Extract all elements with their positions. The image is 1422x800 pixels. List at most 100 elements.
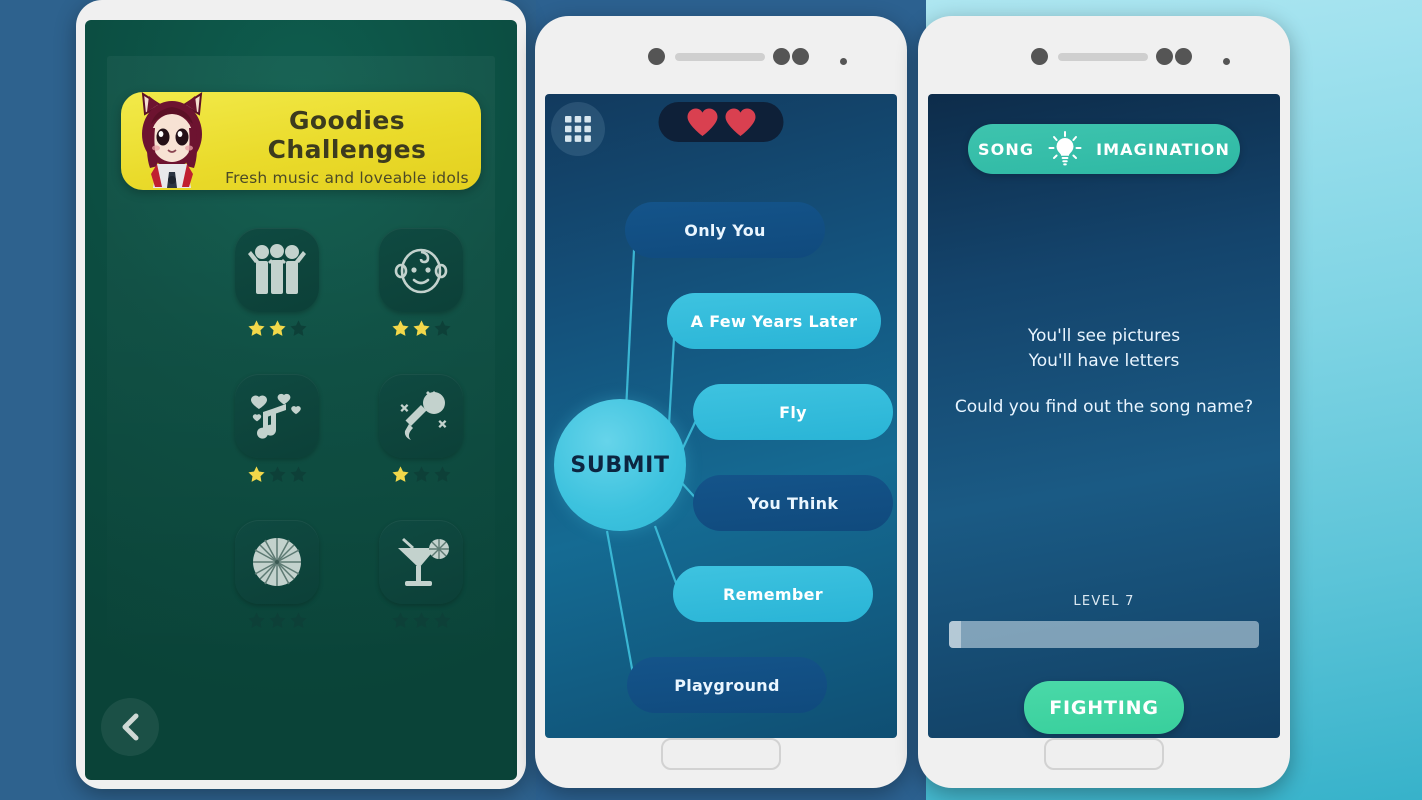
parasol-umbrella-icon [253, 538, 301, 586]
mindmap-node-you-think[interactable]: You Think [693, 475, 893, 531]
star-filled [391, 466, 409, 482]
mindmap-node-remember[interactable]: Remember [673, 566, 873, 622]
fighting-button[interactable]: FIGHTING [1024, 681, 1184, 734]
mindmap-canvas: Only You A Few Years Later Fly You Think… [545, 94, 897, 738]
instruction-line-3: Could you find out the song name? [954, 397, 1254, 417]
node-label: Playground [674, 675, 780, 695]
front-camera [648, 48, 665, 65]
screen-mindmap: Only You A Few Years Later Fly You Think… [545, 94, 897, 738]
banner-title: Goodies Challenges [267, 106, 427, 164]
star-empty [247, 612, 265, 628]
star-empty [433, 466, 451, 482]
level-label: LEVEL 7 [1073, 594, 1135, 609]
instruction-line-2: You'll have letters [1028, 351, 1180, 371]
lightbulb-icon [1048, 131, 1082, 166]
node-label: Fly [779, 402, 807, 422]
level-progress-block: LEVEL 7 [928, 594, 1280, 648]
home-button[interactable] [1044, 738, 1164, 770]
star-empty [268, 466, 286, 482]
star-empty [433, 612, 451, 628]
star-filled [391, 320, 409, 336]
star-empty [391, 612, 409, 628]
led-indicator [840, 58, 847, 65]
proximity-sensor [773, 48, 790, 65]
light-sensor [792, 48, 809, 65]
star-filled [268, 320, 286, 336]
category-cell-cocktail[interactable] [379, 520, 463, 630]
tile-microphone[interactable] [379, 374, 463, 458]
star-empty [433, 320, 451, 336]
tile-cocktail[interactable] [379, 520, 463, 604]
microphone-icon [400, 391, 447, 440]
star-filled [247, 466, 265, 482]
goodies-banner[interactable]: Goodies Challenges Fresh music and lovea… [121, 92, 481, 190]
star-empty [412, 612, 430, 628]
proximity-sensor [1156, 48, 1173, 65]
mindmap-node-only-you[interactable]: Only You [625, 202, 825, 258]
lives-indicator [658, 102, 784, 142]
category-cell-microphone[interactable] [379, 374, 463, 484]
group-friends-icon [248, 244, 306, 294]
rating-stars [235, 465, 319, 484]
rating-stars [235, 319, 319, 338]
level-progress-fill [949, 621, 962, 648]
tile-love-music[interactable] [235, 374, 319, 458]
mindmap-node-playground[interactable]: Playground [627, 657, 827, 713]
mindmap-node-fly[interactable]: Fly [693, 384, 893, 440]
screen-song-imagination: SONG IMAGINATION You'll see pictures You… [928, 94, 1280, 738]
idol-avatar [141, 92, 203, 188]
heart-icon [687, 108, 717, 136]
love-music-note-icon [251, 393, 301, 439]
star-empty [412, 466, 430, 482]
light-sensor [1175, 48, 1192, 65]
tile-group[interactable] [235, 228, 319, 312]
device-tablet-goodies: Goodies Challenges Fresh music and lovea… [76, 0, 526, 789]
tile-baby[interactable] [379, 228, 463, 312]
front-camera [1031, 48, 1048, 65]
rating-stars [379, 319, 463, 338]
grid-menu-icon [565, 116, 591, 142]
star-empty [289, 320, 307, 336]
rating-stars [379, 465, 463, 484]
grid-row [235, 374, 517, 484]
song-imagination-header[interactable]: SONG IMAGINATION [968, 124, 1240, 174]
grid-row [235, 228, 517, 338]
star-empty [289, 612, 307, 628]
node-label: You Think [747, 493, 839, 513]
instruction-text-block: You'll see pictures You'll have letters … [928, 324, 1280, 417]
challenge-category-grid [235, 228, 517, 666]
grid-row [235, 520, 517, 630]
category-cell-group[interactable] [235, 228, 319, 338]
earpiece-speaker [675, 53, 765, 61]
screen-goodies-challenges: Goodies Challenges Fresh music and lovea… [85, 20, 517, 780]
device-phone-mindmap: Only You A Few Years Later Fly You Think… [535, 16, 907, 788]
submit-label: SUBMIT [570, 452, 670, 478]
header-right-word: IMAGINATION [1096, 139, 1230, 159]
rating-stars [379, 611, 463, 630]
baby-face-icon [394, 248, 448, 294]
tile-parasol[interactable] [235, 520, 319, 604]
submit-button[interactable]: SUBMIT [554, 399, 686, 531]
header-left-word: SONG [978, 139, 1035, 159]
mindmap-node-a-few-years-later[interactable]: A Few Years Later [667, 293, 881, 349]
device-phone-song-imagination: SONG IMAGINATION You'll see pictures You… [918, 16, 1290, 788]
cocktail-glass-icon [398, 538, 449, 586]
star-filled [412, 320, 430, 336]
fighting-label: FIGHTING [1049, 696, 1159, 719]
category-cell-parasol[interactable] [235, 520, 319, 630]
node-label: A Few Years Later [690, 311, 858, 331]
banner-subtitle: Fresh music and loveable idols [225, 169, 469, 187]
star-filled [247, 320, 265, 336]
grid-menu-button[interactable] [551, 102, 605, 156]
category-cell-love-music[interactable] [235, 374, 319, 484]
star-empty [289, 466, 307, 482]
chevron-left-icon [122, 713, 139, 741]
level-progress-bar [949, 621, 1259, 648]
banner-text-block: Goodies Challenges Fresh music and lovea… [217, 106, 477, 187]
back-button[interactable] [101, 698, 159, 756]
category-cell-baby[interactable] [379, 228, 463, 338]
home-button[interactable] [661, 738, 781, 770]
star-empty [268, 612, 286, 628]
node-label: Remember [723, 584, 823, 604]
led-indicator [1223, 58, 1230, 65]
